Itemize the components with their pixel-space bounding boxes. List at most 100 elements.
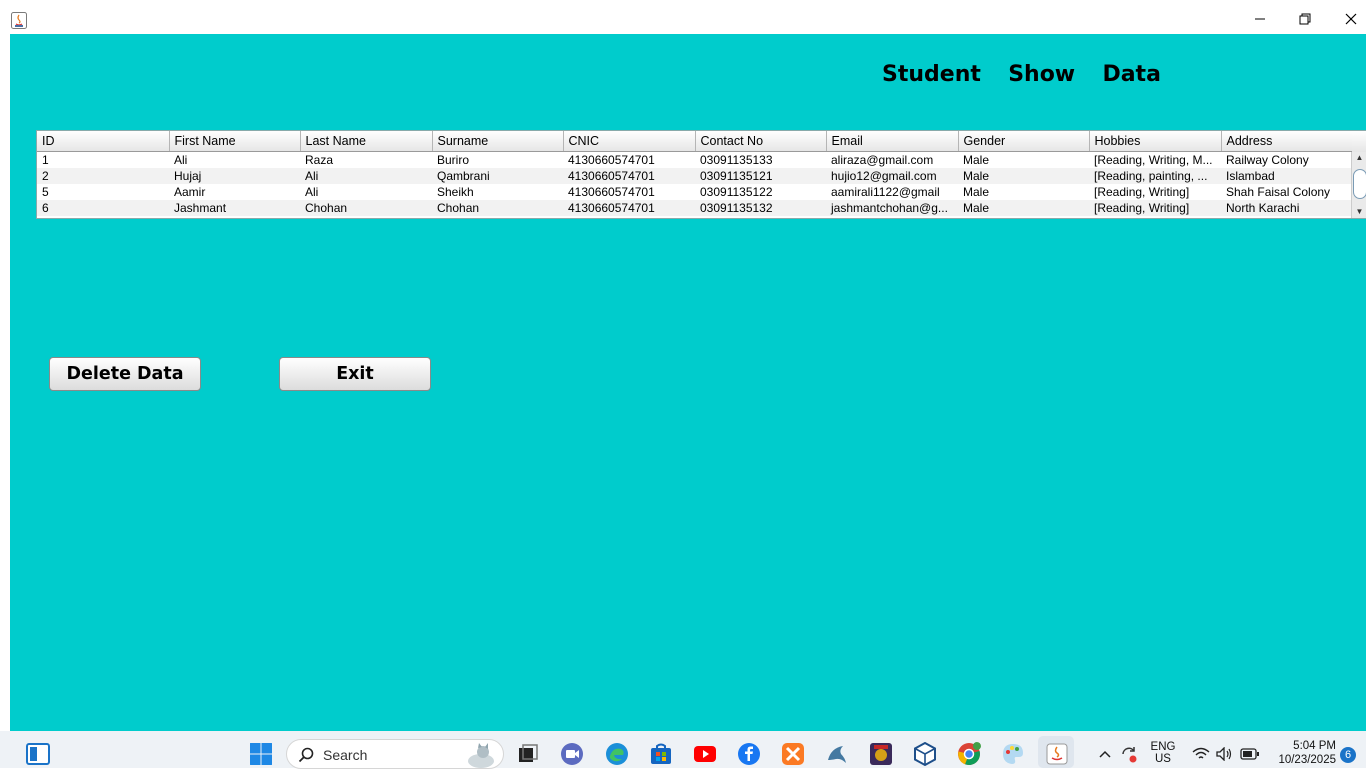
notification-badge[interactable]: 6 — [1340, 747, 1356, 763]
table-cell[interactable]: 4130660574701 — [563, 168, 695, 184]
table-cell[interactable]: aliraza@gmail.com — [826, 152, 958, 169]
column-header-surname[interactable]: Surname — [432, 131, 564, 152]
table-header-corner — [1352, 131, 1366, 153]
scroll-down-arrow-icon[interactable]: ▼ — [1352, 206, 1366, 218]
table-vertical-scrollbar[interactable]: ▲ ▼ — [1351, 152, 1366, 218]
table-header-row: ID First Name Last Name Surname CNIC Con… — [37, 131, 1353, 152]
table-cell[interactable]: Qambrani — [432, 168, 563, 184]
update-sync-icon[interactable] — [1119, 744, 1139, 764]
table-cell[interactable]: Hujaj — [169, 168, 300, 184]
exit-button[interactable]: Exit — [279, 357, 431, 391]
table-row[interactable]: 1 Ali Raza Buriro 4130660574701 03091135… — [37, 152, 1352, 169]
table-cell[interactable]: Buriro — [432, 152, 563, 169]
table-row[interactable]: 2 Hujaj Ali Qambrani 4130660574701 03091… — [37, 168, 1352, 184]
xampp-icon[interactable] — [781, 742, 805, 766]
start-windows-icon[interactable] — [249, 742, 273, 766]
minimize-icon — [1255, 18, 1265, 20]
column-header-contact-no[interactable]: Contact No — [695, 131, 827, 152]
table-cell[interactable]: aamirali1122@gmail — [826, 184, 958, 200]
volume-icon[interactable] — [1215, 747, 1233, 761]
table-cell[interactable]: [Reading, Writing] — [1089, 184, 1221, 200]
table-cell[interactable]: 1 — [37, 152, 169, 169]
java-taskbar-icon[interactable] — [1045, 742, 1069, 766]
table-cell[interactable]: jashmantchohan@g... — [826, 200, 958, 216]
meet-video-icon[interactable] — [560, 742, 584, 766]
facebook-icon[interactable] — [737, 742, 761, 766]
table-cell[interactable]: 03091135133 — [695, 152, 826, 169]
table-cell[interactable]: Ali — [169, 152, 300, 169]
table-cell[interactable]: 4130660574701 — [563, 184, 695, 200]
column-header-email[interactable]: Email — [826, 131, 959, 152]
student-table[interactable]: ID First Name Last Name Surname CNIC Con… — [36, 130, 1366, 219]
youtube-icon[interactable] — [693, 742, 717, 766]
column-header-last-name[interactable]: Last Name — [300, 131, 433, 152]
language-indicator[interactable]: ENG US — [1146, 741, 1180, 765]
table-cell[interactable]: Raza — [300, 152, 432, 169]
table-cell[interactable]: Jashmant — [169, 200, 300, 216]
table-cell[interactable]: Male — [958, 168, 1089, 184]
table-cell[interactable]: [Reading, painting, ... — [1089, 168, 1221, 184]
table-row[interactable]: 5 Aamir Ali Sheikh 4130660574701 0309113… — [37, 184, 1352, 200]
minimize-button[interactable] — [1249, 8, 1271, 30]
delete-data-button[interactable]: Delete Data — [49, 357, 201, 391]
table-cell[interactable]: Male — [958, 200, 1089, 216]
table-cell[interactable]: 6 — [37, 200, 169, 216]
page-title: Student Show Data — [882, 62, 1161, 87]
table-cell[interactable]: Chohan — [432, 200, 563, 216]
table-cell[interactable]: Ali — [300, 184, 432, 200]
column-header-hobbies[interactable]: Hobbies — [1089, 131, 1222, 152]
table-cell[interactable]: 03091135132 — [695, 200, 826, 216]
table-cell[interactable]: 2 — [37, 168, 169, 184]
chrome-profile-icon[interactable] — [957, 742, 981, 766]
column-header-address[interactable]: Address — [1221, 131, 1353, 152]
virtualbox-cube-icon[interactable] — [913, 742, 937, 766]
game-app-icon[interactable] — [869, 742, 893, 766]
table-cell[interactable]: Aamir — [169, 184, 300, 200]
table-cell[interactable]: Shah Faisal Colony — [1221, 184, 1352, 200]
close-button[interactable] — [1340, 8, 1362, 30]
table-row[interactable]: 6 Jashmant Chohan Chohan 4130660574701 0… — [37, 200, 1352, 216]
table-cell[interactable]: 5 — [37, 184, 169, 200]
table-cell[interactable]: [Reading, Writing] — [1089, 200, 1221, 216]
clock-date: 10/23/2025 — [1278, 754, 1336, 766]
task-view-icon[interactable] — [516, 742, 540, 766]
edge-browser-icon[interactable] — [605, 742, 629, 766]
scroll-up-arrow-icon[interactable]: ▲ — [1352, 152, 1366, 164]
table-cell[interactable]: Ali — [300, 168, 432, 184]
table-cell[interactable]: 03091135122 — [695, 184, 826, 200]
table-cell[interactable]: hujio12@gmail.com — [826, 168, 958, 184]
wifi-icon[interactable] — [1192, 747, 1210, 761]
region-label: US — [1155, 753, 1171, 765]
table-cell[interactable]: Chohan — [300, 200, 432, 216]
microsoft-store-icon[interactable] — [649, 742, 673, 766]
column-header-id[interactable]: ID — [37, 131, 170, 152]
battery-icon[interactable] — [1240, 748, 1260, 760]
table-cell[interactable]: 4130660574701 — [563, 152, 695, 169]
scrollbar-thumb[interactable] — [1353, 169, 1366, 199]
taskbar-search-box[interactable]: Search — [286, 739, 504, 769]
chevron-up-icon[interactable] — [1098, 749, 1112, 759]
column-header-gender[interactable]: Gender — [958, 131, 1090, 152]
widgets-icon[interactable] — [26, 742, 50, 766]
column-header-cnic[interactable]: CNIC — [563, 131, 696, 152]
table-cell[interactable]: 03091135121 — [695, 168, 826, 184]
mysql-dolphin-icon[interactable] — [825, 742, 849, 766]
table-cell[interactable]: Islambad — [1221, 168, 1352, 184]
java-app-icon — [11, 12, 27, 29]
language-label: ENG — [1150, 741, 1176, 753]
window-titlebar — [0, 0, 1366, 34]
table-cell[interactable]: North Karachi — [1221, 200, 1352, 216]
table-cell[interactable]: Male — [958, 184, 1089, 200]
clock[interactable]: 5:04 PM 10/23/2025 — [1268, 740, 1336, 766]
paint-palette-icon[interactable] — [1001, 742, 1025, 766]
table-cell[interactable]: 4130660574701 — [563, 200, 695, 216]
restore-button[interactable] — [1294, 8, 1316, 30]
clock-time: 5:04 PM — [1293, 740, 1336, 752]
close-icon — [1345, 13, 1357, 25]
table-cell[interactable]: Sheikh — [432, 184, 563, 200]
column-header-first-name[interactable]: First Name — [169, 131, 301, 152]
search-placeholder: Search — [323, 747, 368, 763]
table-cell[interactable]: Railway Colony — [1221, 152, 1352, 169]
table-cell[interactable]: [Reading, Writing, M... — [1089, 152, 1221, 169]
table-cell[interactable]: Male — [958, 152, 1089, 169]
